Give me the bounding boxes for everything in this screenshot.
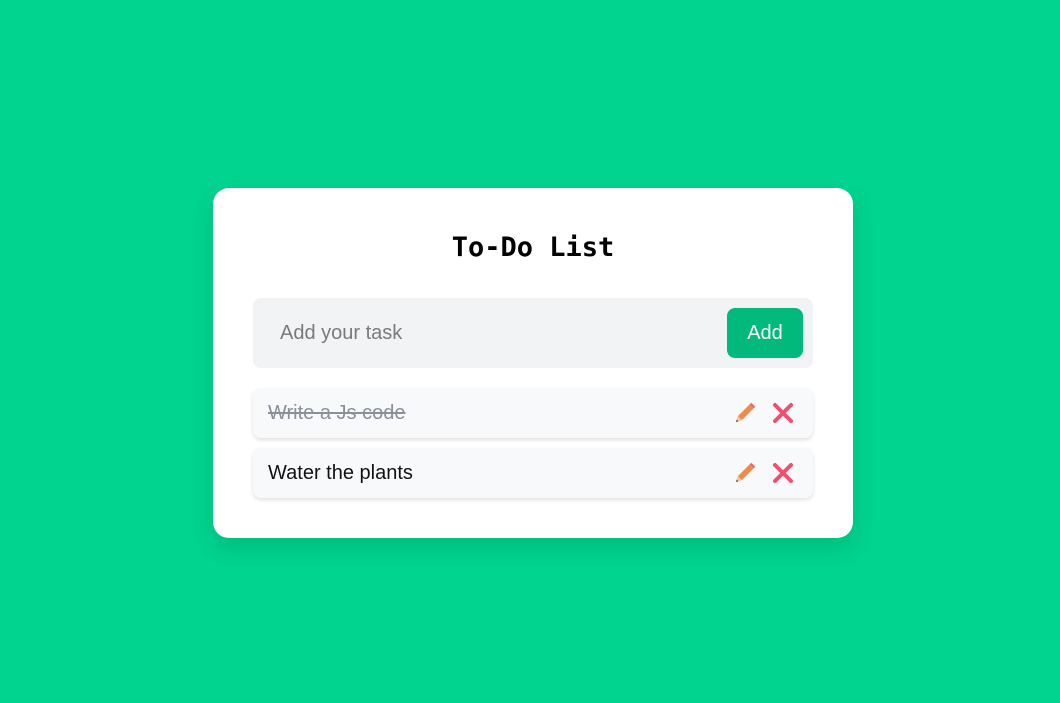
add-button[interactable]: Add: [727, 308, 803, 358]
task-input[interactable]: [278, 312, 727, 354]
task-text[interactable]: Water the plants: [268, 462, 731, 485]
task-input-row: Add: [253, 298, 813, 368]
pencil-icon[interactable]: [731, 459, 759, 487]
close-icon[interactable]: [769, 399, 797, 427]
task-item[interactable]: Write a Js code: [253, 388, 813, 438]
task-list: Write a Js code Water the plants: [253, 388, 813, 498]
todo-card: To-Do List Add Write a Js code Wa: [213, 188, 853, 538]
task-text[interactable]: Write a Js code: [268, 402, 731, 425]
page-title: To-Do List: [451, 232, 615, 263]
task-item[interactable]: Water the plants: [253, 448, 813, 498]
pencil-icon[interactable]: [731, 399, 759, 427]
close-icon[interactable]: [769, 459, 797, 487]
